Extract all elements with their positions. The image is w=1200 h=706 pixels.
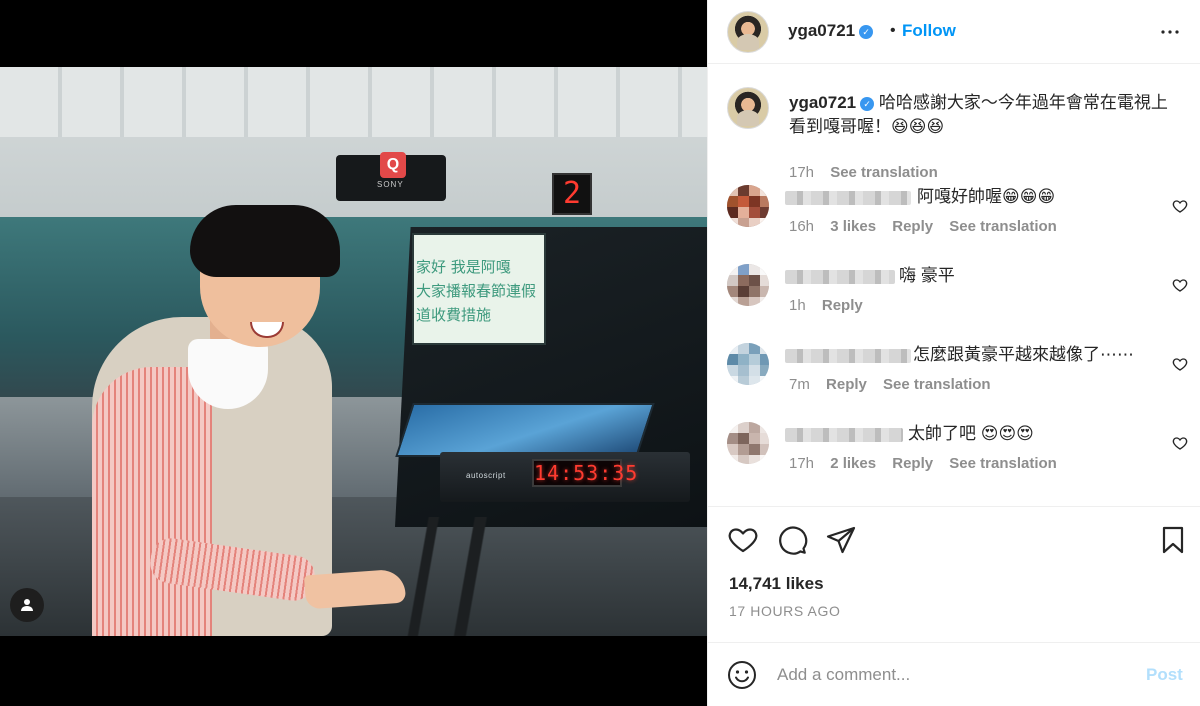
comment-time[interactable]: 1h — [789, 297, 806, 314]
bookmark-icon[interactable] — [1157, 524, 1189, 556]
separator-dot: • — [890, 22, 896, 39]
user-icon — [21, 599, 33, 611]
commenter-avatar[interactable] — [727, 343, 769, 385]
prompter-brand: autoscript — [466, 471, 506, 480]
comment-text: 怎麼跟黃豪平越來越像了⋯⋯ — [913, 345, 1134, 364]
comment-like-heart-icon[interactable] — [1172, 198, 1188, 214]
post-comment-button[interactable]: Post — [1146, 665, 1183, 685]
comment-meta: 1h Reply — [789, 297, 875, 314]
caption-body: yga0721 ✓ 哈哈感謝大家～今年過年會常在電視上看到嘎哥喔！😆😆😆 — [789, 91, 1169, 139]
follow-button[interactable]: Follow — [902, 21, 956, 41]
comment-item: 嗨 豪平 1h Reply — [708, 264, 1200, 334]
commenter-avatar[interactable] — [727, 185, 769, 227]
comment-input[interactable] — [777, 661, 1117, 689]
comment-likes[interactable]: 2 likes — [830, 455, 876, 472]
caption-time[interactable]: 17h — [789, 164, 814, 181]
comments-list[interactable]: yga0721 ✓ 哈哈感謝大家～今年過年會常在電視上看到嘎哥喔！😆😆😆 17h … — [708, 65, 1200, 507]
commenter-username-blurred[interactable] — [785, 349, 911, 363]
see-translation-button[interactable]: See translation — [949, 218, 1057, 235]
tally-light-icon: Q — [380, 152, 406, 178]
comment-item: 怎麼跟黃豪平越來越像了⋯⋯ 7m Reply See translation — [708, 343, 1200, 413]
comment-text: 阿嘎好帥喔😁😁😁 — [917, 187, 1056, 206]
caption-avatar[interactable] — [727, 87, 769, 129]
tally-number: 2 — [552, 173, 592, 215]
comment-like-heart-icon[interactable] — [1172, 356, 1188, 372]
see-translation-button[interactable]: See translation — [830, 164, 938, 181]
presenter-shirt — [92, 367, 212, 636]
reply-button[interactable]: Reply — [826, 376, 867, 393]
commenter-username-blurred[interactable] — [785, 270, 895, 284]
comment-time[interactable]: 7m — [789, 376, 810, 393]
see-translation-button[interactable]: See translation — [883, 376, 991, 393]
reply-button[interactable]: Reply — [892, 218, 933, 235]
comment-item: 太帥了吧 😍😍😍 17h 2 likes Reply See translati… — [708, 422, 1200, 492]
studio-ceiling — [0, 67, 707, 137]
share-icon[interactable] — [825, 524, 857, 556]
teleprompter-line: 家好 我是阿嘎 — [416, 258, 511, 276]
see-translation-button[interactable]: See translation — [949, 455, 1057, 472]
post-header: yga0721 ✓ • Follow — [708, 0, 1200, 64]
reply-button[interactable]: Reply — [892, 455, 933, 472]
comment-time[interactable]: 17h — [789, 455, 814, 472]
teleprompter-line: 大家播報春節連假 — [416, 282, 537, 300]
comment-like-heart-icon[interactable] — [1172, 277, 1188, 293]
action-bar — [708, 518, 1200, 566]
comment-composer: Post — [708, 642, 1200, 706]
author-username[interactable]: yga0721 ✓ — [788, 21, 874, 41]
comment-time[interactable]: 16h — [789, 218, 814, 235]
commenter-avatar[interactable] — [727, 422, 769, 464]
comment-meta: 17h 2 likes Reply See translation — [789, 455, 1069, 472]
camera-brand: SONY — [377, 180, 404, 189]
post-media: Q SONY 2 家好 我是阿嘎 大家播報春節連假 道收費措施 autoscri… — [0, 0, 707, 706]
commenter-username-blurred[interactable] — [785, 191, 911, 205]
commenter-username-blurred[interactable] — [785, 428, 903, 442]
verified-badge-icon: ✓ — [859, 25, 874, 39]
caption-username[interactable]: yga0721 — [789, 93, 856, 112]
author-avatar[interactable] — [727, 11, 769, 53]
author-username-text[interactable]: yga0721 — [788, 21, 855, 40]
post-time-ago[interactable]: 17 HOURS AGO — [729, 603, 840, 619]
comment-likes[interactable]: 3 likes — [830, 218, 876, 235]
comment-text: 太帥了吧 😍😍😍 — [908, 424, 1034, 443]
comment-icon[interactable] — [776, 524, 808, 556]
likes-count[interactable]: 14,741 likes — [729, 574, 824, 594]
more-options-button[interactable] — [1158, 20, 1182, 44]
comment-meta: 16h 3 likes Reply See translation — [789, 218, 1069, 235]
verified-badge-icon: ✓ — [860, 97, 875, 111]
commenter-avatar[interactable] — [727, 264, 769, 306]
tripod — [380, 517, 530, 636]
teleprompter-line: 道收費措施 — [416, 306, 492, 324]
comment-like-heart-icon[interactable] — [1172, 435, 1188, 451]
comment-meta: 7m Reply See translation — [789, 376, 1003, 393]
presenter-hand — [303, 568, 407, 610]
comment-item: 阿嘎好帥喔😁😁😁 16h 3 likes Reply See translati… — [708, 185, 1200, 255]
reply-button[interactable]: Reply — [822, 297, 863, 314]
timer-display: 14:53:35 — [532, 459, 639, 487]
teleprompter-screen: 家好 我是阿嘎 大家播報春節連假 道收費措施 — [412, 233, 546, 345]
comment-text: 嗨 豪平 — [899, 266, 955, 285]
caption-meta: 17h See translation — [789, 164, 950, 181]
more-horizontal-icon — [1161, 30, 1179, 34]
tagged-user-button[interactable] — [10, 588, 44, 622]
teleprompter-glass — [395, 403, 655, 457]
emoji-icon[interactable] — [727, 660, 757, 690]
presenter-hair — [190, 205, 340, 277]
post-details-panel: yga0721 ✓ • Follow yga0721 ✓ 哈哈感謝大家～今年過年會常… — [707, 0, 1200, 706]
like-heart-icon[interactable] — [727, 524, 759, 556]
post-photo[interactable]: Q SONY 2 家好 我是阿嘎 大家播報春節連假 道收費措施 autoscri… — [0, 67, 707, 636]
